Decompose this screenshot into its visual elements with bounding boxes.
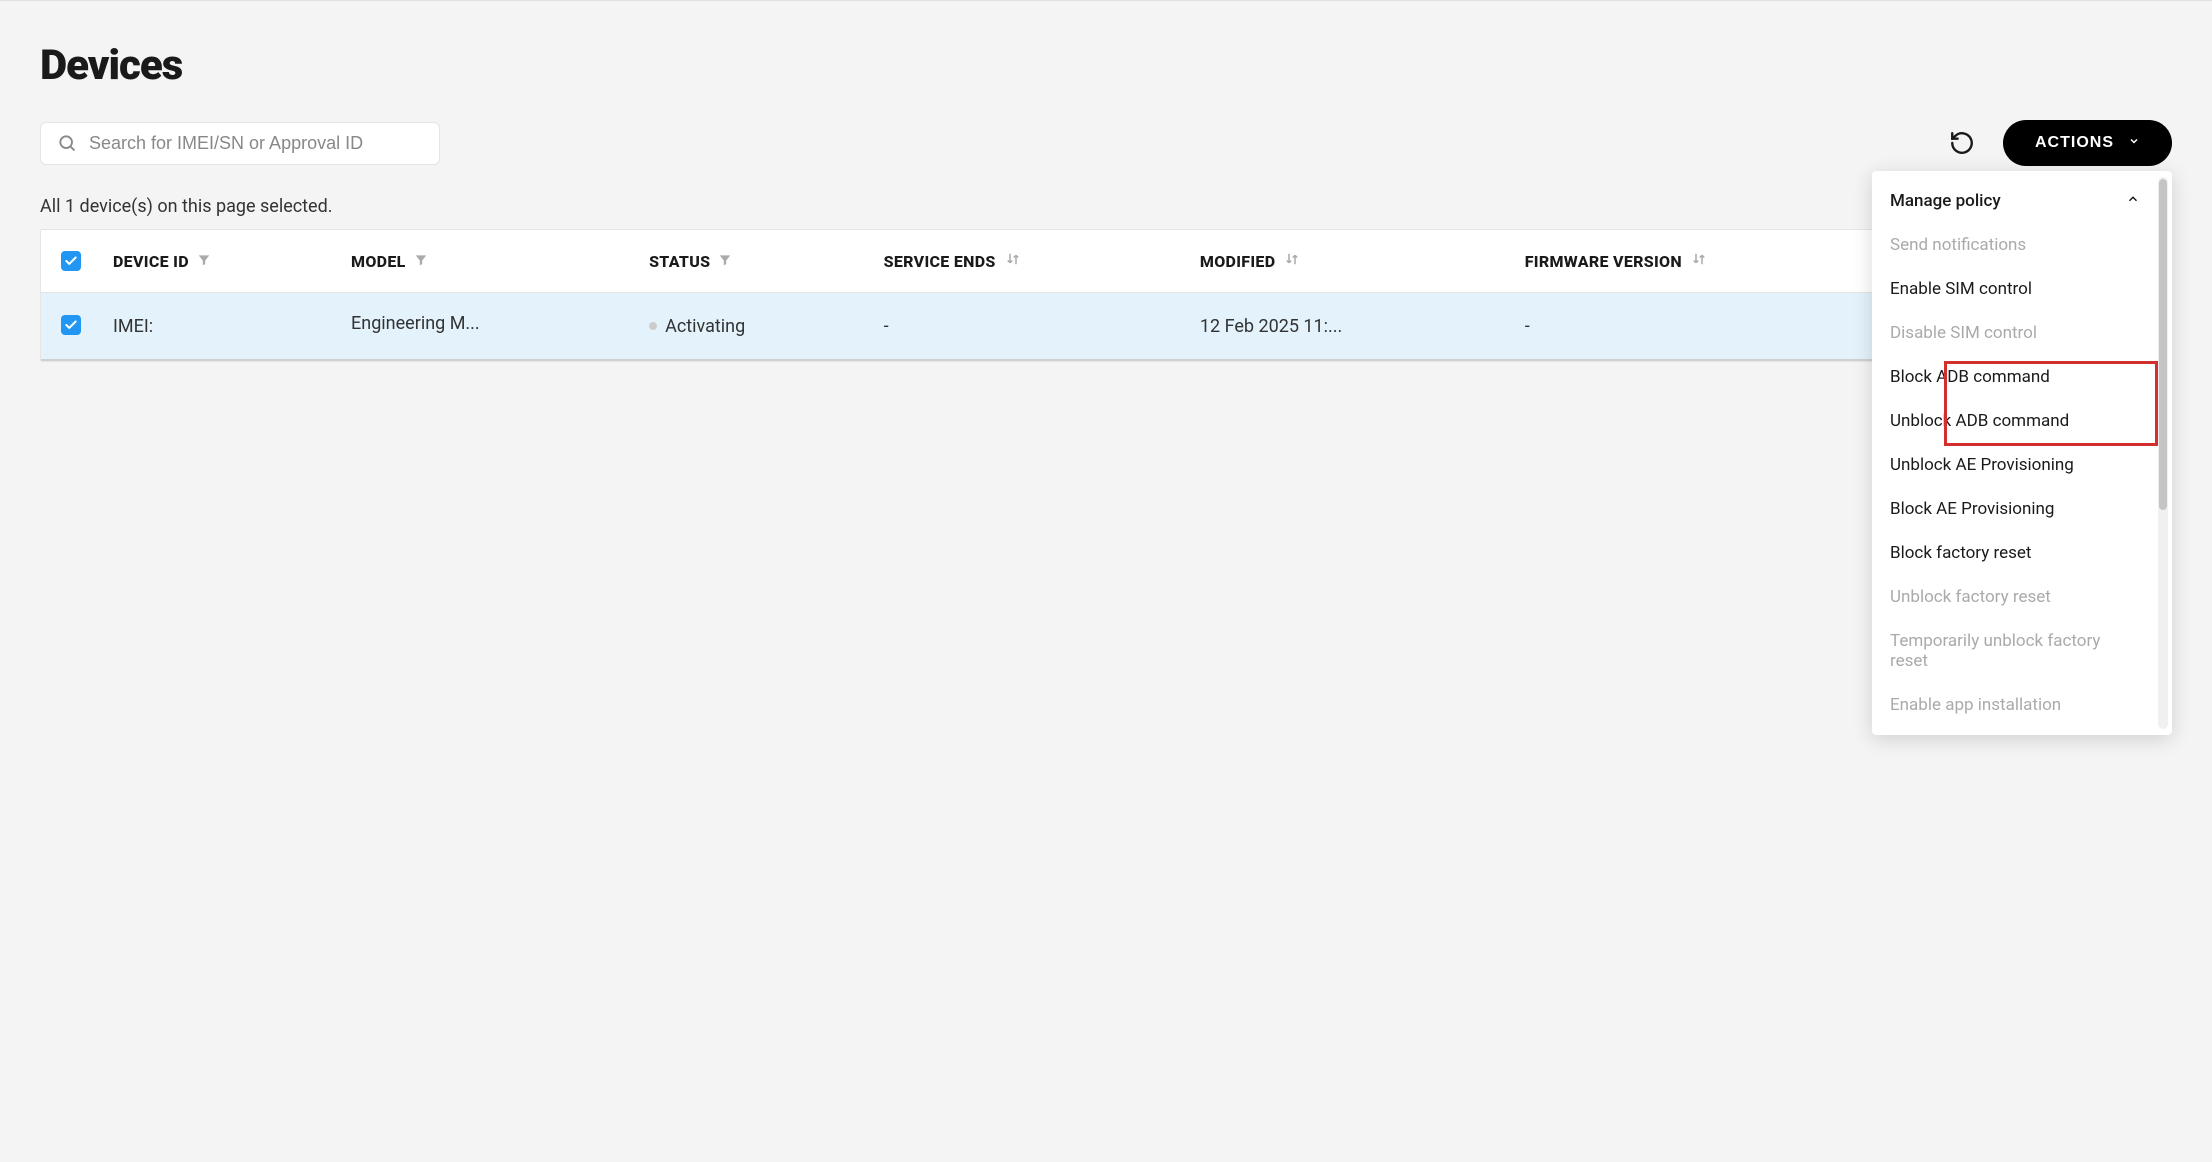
col-device-id-label: DEVICE ID [113, 252, 189, 271]
menu-item-block-ae-provisioning[interactable]: Block AE Provisioning [1872, 487, 2158, 531]
col-modified-label: MODIFIED [1200, 252, 1275, 271]
pagination-text: 1 - 1 of [40, 362, 2172, 400]
status-dot-icon [649, 322, 657, 330]
refresh-icon [1949, 130, 1975, 156]
menu-item-enable-sim-control[interactable]: Enable SIM control [1872, 267, 2158, 311]
menu-header-manage-policy[interactable]: Manage policy [1872, 179, 2158, 223]
cell-service-ends: - [872, 293, 1188, 361]
menu-item-disable-sim-control: Disable SIM control [1872, 311, 2158, 355]
chevron-down-icon [2128, 134, 2140, 152]
search-input[interactable] [89, 133, 423, 154]
actions-button-label: ACTIONS [2035, 134, 2114, 152]
devices-table-wrapper: DEVICE ID MODEL [40, 229, 2172, 362]
table-row[interactable]: IMEI: Engineering M... Activating - 12 F… [41, 293, 2171, 361]
actions-button[interactable]: ACTIONS [2003, 120, 2172, 166]
search-icon [57, 133, 77, 153]
menu-item-send-notifications: Send notifications [1872, 223, 2158, 267]
col-firmware-label: FIRMWARE VERSION [1525, 252, 1682, 271]
select-all-header[interactable] [41, 230, 101, 293]
row-checkbox[interactable] [61, 315, 81, 335]
cell-model: Engineering M... [339, 293, 637, 361]
col-modified[interactable]: MODIFIED [1188, 230, 1513, 293]
menu-header-label: Manage policy [1890, 191, 2001, 211]
col-model[interactable]: MODEL [339, 230, 637, 293]
menu-scrollbar-thumb[interactable] [2159, 179, 2167, 510]
devices-table: DEVICE ID MODEL [41, 230, 2171, 361]
col-status[interactable]: STATUS [637, 230, 872, 293]
cell-device-id: IMEI: [101, 293, 339, 361]
cell-status: Activating [637, 293, 872, 361]
menu-item-temp-unblock-factory-reset: Temporarily unblock factory reset [1872, 619, 2158, 683]
select-all-checkbox[interactable] [61, 251, 81, 271]
actions-dropdown: Manage policy Send notifications Enable … [1872, 171, 2172, 735]
refresh-button[interactable] [1945, 126, 1979, 160]
sort-icon [1283, 250, 1301, 272]
chevron-up-icon [2126, 191, 2140, 211]
page-container: Devices ACTIONS [0, 1, 2212, 420]
menu-item-enable-app-installation: Enable app installation [1872, 683, 2158, 727]
col-status-label: STATUS [649, 252, 710, 271]
sort-icon [1690, 250, 1708, 272]
col-device-id[interactable]: DEVICE ID [101, 230, 339, 293]
menu-item-block-adb-command[interactable]: Block ADB command [1872, 355, 2158, 399]
page-title: Devices [40, 41, 2172, 90]
col-model-label: MODEL [351, 252, 406, 271]
table-header-row: DEVICE ID MODEL [41, 230, 2171, 293]
toolbar: ACTIONS [40, 120, 2172, 166]
menu-item-block-factory-reset[interactable]: Block factory reset [1872, 531, 2158, 575]
cell-modified: 12 Feb 2025 11:... [1188, 293, 1513, 361]
menu-scrollbar[interactable] [2158, 177, 2168, 729]
col-service-ends-label: SERVICE ENDS [884, 252, 996, 271]
cell-status-text: Activating [665, 316, 745, 337]
col-firmware[interactable]: FIRMWARE VERSION [1513, 230, 1918, 293]
menu-content: Manage policy Send notifications Enable … [1872, 171, 2158, 735]
selection-count: All 1 device(s) on this page selected. [40, 196, 2172, 217]
search-box[interactable] [40, 122, 440, 165]
filter-icon [718, 252, 732, 271]
menu-item-unblock-factory-reset: Unblock factory reset [1872, 575, 2158, 619]
col-service-ends[interactable]: SERVICE ENDS [872, 230, 1188, 293]
filter-icon [197, 252, 211, 271]
right-actions: ACTIONS [1945, 120, 2172, 166]
sort-icon [1004, 250, 1022, 272]
filter-icon [414, 252, 428, 271]
cell-firmware: - [1513, 293, 1918, 361]
menu-item-unblock-ae-provisioning[interactable]: Unblock AE Provisioning [1872, 443, 2158, 487]
menu-item-unblock-adb-command[interactable]: Unblock ADB command [1872, 399, 2158, 443]
